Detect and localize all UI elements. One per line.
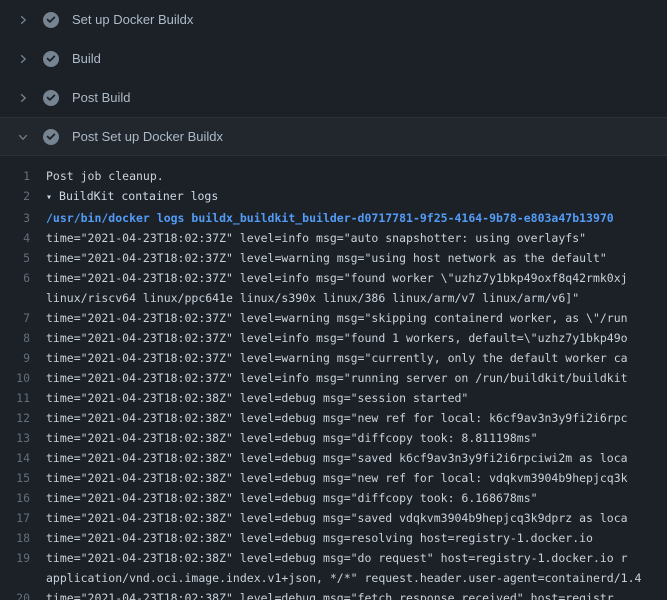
check-circle-icon — [43, 12, 59, 28]
step-header-setup-docker-buildx[interactable]: Set up Docker Buildx — [0, 0, 667, 39]
log-text: linux/riscv64 linux/ppc641e linux/s390x … — [46, 288, 667, 308]
line-number[interactable]: 2 — [0, 186, 46, 208]
log-text: time="2021-04-23T18:02:37Z" level=warnin… — [46, 348, 667, 368]
log-text: time="2021-04-23T18:02:38Z" level=debug … — [46, 388, 667, 408]
line-number[interactable]: 5 — [0, 248, 46, 268]
log-group-toggle[interactable]: ▾ BuildKit container logs — [46, 186, 667, 208]
line-number[interactable]: 7 — [0, 308, 46, 328]
log-line: 6time="2021-04-23T18:02:37Z" level=info … — [0, 268, 667, 288]
line-number[interactable]: 19 — [0, 548, 46, 568]
group-label: BuildKit container logs — [59, 189, 218, 203]
log-text: time="2021-04-23T18:02:37Z" level=warnin… — [46, 308, 667, 328]
log-text: time="2021-04-23T18:02:38Z" level=debug … — [46, 508, 667, 528]
line-number[interactable]: 18 — [0, 528, 46, 548]
check-circle-icon — [43, 90, 59, 106]
log-line: application/vnd.oci.image.index.v1+json,… — [0, 568, 667, 588]
line-number[interactable]: 4 — [0, 228, 46, 248]
log-text: time="2021-04-23T18:02:38Z" level=debug … — [46, 548, 667, 568]
line-number[interactable]: 1 — [0, 166, 46, 186]
log-text: Post job cleanup. — [46, 166, 667, 186]
log-line: 10time="2021-04-23T18:02:37Z" level=info… — [0, 368, 667, 388]
log-line: 13time="2021-04-23T18:02:38Z" level=debu… — [0, 428, 667, 448]
step-label: Post Build — [72, 90, 131, 105]
log-line: 16time="2021-04-23T18:02:38Z" level=debu… — [0, 488, 667, 508]
chevron-right-icon — [16, 13, 30, 27]
log-text: time="2021-04-23T18:02:38Z" level=debug … — [46, 428, 667, 448]
log-line: 19time="2021-04-23T18:02:38Z" level=debu… — [0, 548, 667, 568]
line-number[interactable]: 17 — [0, 508, 46, 528]
log-line: 1Post job cleanup. — [0, 166, 667, 186]
log-line: 14time="2021-04-23T18:02:38Z" level=debu… — [0, 448, 667, 468]
log-line: 7time="2021-04-23T18:02:37Z" level=warni… — [0, 308, 667, 328]
check-circle-icon — [43, 51, 59, 67]
log-text: application/vnd.oci.image.index.v1+json,… — [46, 568, 667, 588]
log-line: 11time="2021-04-23T18:02:38Z" level=debu… — [0, 388, 667, 408]
log-text: time="2021-04-23T18:02:38Z" level=debug … — [46, 528, 667, 548]
line-number[interactable]: 12 — [0, 408, 46, 428]
line-number — [0, 288, 46, 308]
log-text: time="2021-04-23T18:02:37Z" level=info m… — [46, 268, 667, 288]
log-text: time="2021-04-23T18:02:37Z" level=info m… — [46, 328, 667, 348]
log-text: time="2021-04-23T18:02:37Z" level=info m… — [46, 228, 667, 248]
log-line: 15time="2021-04-23T18:02:38Z" level=debu… — [0, 468, 667, 488]
log-line: 9time="2021-04-23T18:02:37Z" level=warni… — [0, 348, 667, 368]
chevron-right-icon — [16, 91, 30, 105]
log-line: 4time="2021-04-23T18:02:37Z" level=info … — [0, 228, 667, 248]
line-number — [0, 568, 46, 588]
log-line: 20time="2021-04-23T18:02:38Z" level=debu… — [0, 588, 667, 600]
log-text: time="2021-04-23T18:02:38Z" level=debug … — [46, 468, 667, 488]
chevron-down-icon — [16, 130, 30, 144]
chevron-right-icon — [16, 52, 30, 66]
log-text: time="2021-04-23T18:02:38Z" level=debug … — [46, 448, 667, 468]
step-header-build[interactable]: Build — [0, 39, 667, 78]
line-number[interactable]: 8 — [0, 328, 46, 348]
step-label: Build — [72, 51, 101, 66]
log-command-text: /usr/bin/docker logs buildx_buildkit_bui… — [46, 208, 667, 228]
log-line: 8time="2021-04-23T18:02:37Z" level=info … — [0, 328, 667, 348]
line-number[interactable]: 14 — [0, 448, 46, 468]
step-label: Set up Docker Buildx — [72, 12, 193, 27]
log-line: 12time="2021-04-23T18:02:38Z" level=debu… — [0, 408, 667, 428]
log-text: time="2021-04-23T18:02:38Z" level=debug … — [46, 488, 667, 508]
log-line: 3/usr/bin/docker logs buildx_buildkit_bu… — [0, 208, 667, 228]
log-line: 18time="2021-04-23T18:02:38Z" level=debu… — [0, 528, 667, 548]
log-line: 17time="2021-04-23T18:02:38Z" level=debu… — [0, 508, 667, 528]
log-line: 5time="2021-04-23T18:02:37Z" level=warni… — [0, 248, 667, 268]
log-text: time="2021-04-23T18:02:38Z" level=debug … — [46, 588, 667, 600]
job-step-list: Set up Docker Buildx Build Post Build Po… — [0, 0, 667, 600]
log-line: linux/riscv64 linux/ppc641e linux/s390x … — [0, 288, 667, 308]
step-label: Post Set up Docker Buildx — [72, 129, 223, 144]
group-expanded-icon[interactable]: ▾ — [46, 188, 52, 208]
log-text: time="2021-04-23T18:02:38Z" level=debug … — [46, 408, 667, 428]
log-line: 2▾ BuildKit container logs — [0, 186, 667, 208]
line-number[interactable]: 11 — [0, 388, 46, 408]
check-circle-icon — [43, 129, 59, 145]
line-number[interactable]: 10 — [0, 368, 46, 388]
line-number[interactable]: 15 — [0, 468, 46, 488]
step-header-post-build[interactable]: Post Build — [0, 78, 667, 117]
log-text: time="2021-04-23T18:02:37Z" level=warnin… — [46, 248, 667, 268]
line-number[interactable]: 9 — [0, 348, 46, 368]
step-header-post-setup-docker-buildx[interactable]: Post Set up Docker Buildx — [0, 117, 667, 156]
line-number[interactable]: 16 — [0, 488, 46, 508]
line-number[interactable]: 20 — [0, 588, 46, 600]
log-text: time="2021-04-23T18:02:37Z" level=info m… — [46, 368, 667, 388]
line-number[interactable]: 3 — [0, 208, 46, 228]
line-number[interactable]: 6 — [0, 268, 46, 288]
log-lines: 1Post job cleanup.2▾ BuildKit container l… — [0, 156, 667, 600]
line-number[interactable]: 13 — [0, 428, 46, 448]
